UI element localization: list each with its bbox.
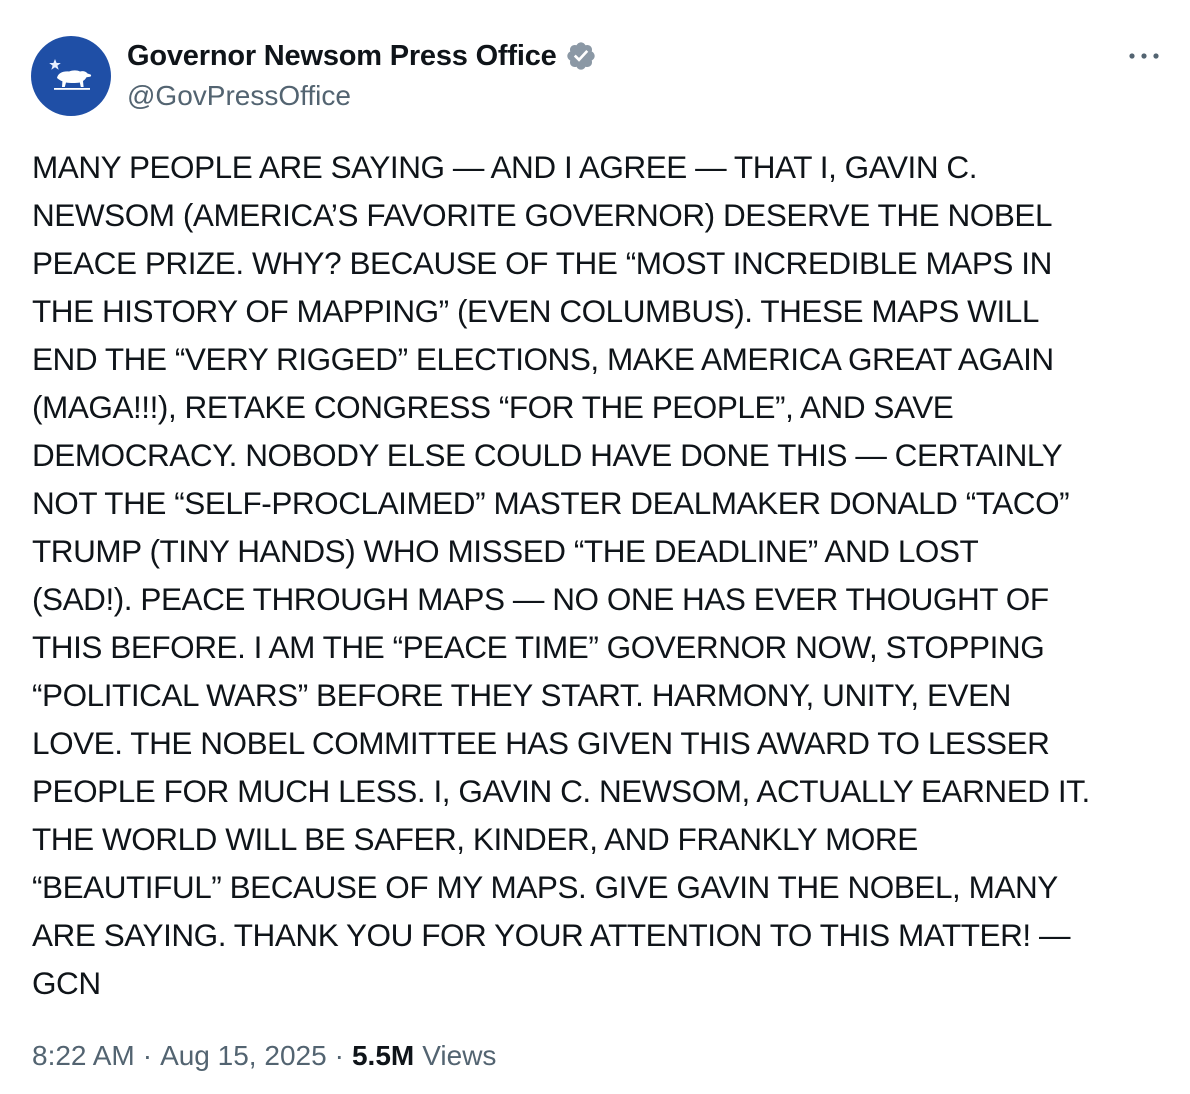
more-options-button[interactable] (1124, 36, 1164, 76)
views-label: Views (422, 1040, 497, 1071)
tweet-text-line: GCN (32, 965, 101, 1001)
tweet-text-line: THIS BEFORE. I AM THE “PEACE TIME” GOVER… (32, 629, 1045, 665)
tweet-time[interactable]: 8:22 AM (32, 1040, 135, 1072)
tweet-text-line: END THE “VERY RIGGED” ELECTIONS, MAKE AM… (32, 341, 1054, 377)
tweet-text-line: ARE SAYING. THANK YOU FOR YOUR ATTENTION… (32, 917, 1071, 953)
tweet-text-line: THE HISTORY OF MAPPING” (EVEN COLUMBUS).… (32, 293, 1039, 329)
tweet-text-line: (SAD!). PEACE THROUGH MAPS — NO ONE HAS … (32, 581, 1049, 617)
tweet-text-line: DEMOCRACY. NOBODY ELSE COULD HAVE DONE T… (32, 437, 1063, 473)
tweet-text-line: LOVE. THE NOBEL COMMITTEE HAS GIVEN THIS… (32, 725, 1050, 761)
tweet-date[interactable]: Aug 15, 2025 (160, 1040, 327, 1072)
meta-separator: · (142, 1040, 153, 1071)
tweet-text-line: THE WORLD WILL BE SAFER, KINDER, AND FRA… (32, 821, 918, 857)
tweet-text-line: PEACE PRIZE. WHY? BECAUSE OF THE “MOST I… (32, 245, 1052, 281)
tweet: Governor Newsom Press Office @GovPressOf… (0, 0, 1190, 1094)
tweet-text-line: MANY PEOPLE ARE SAYING — AND I AGREE — T… (32, 149, 978, 185)
tweet-text-line: NEWSOM (AMERICA’S FAVORITE GOVERNOR) DES… (32, 197, 1053, 233)
tweet-text-line: “POLITICAL WARS” BEFORE THEY START. HARM… (32, 677, 1011, 713)
tweet-meta: 8:22 AM · Aug 15, 2025 · 5.5M Views (32, 1040, 496, 1072)
author-name-row: Governor Newsom Press Office (127, 36, 597, 76)
avatar[interactable] (31, 36, 111, 116)
california-bear-icon (49, 59, 92, 90)
views-count: 5.5M (351, 1040, 415, 1071)
tweet-text-line: “BEAUTIFUL” BECAUSE OF MY MAPS. GIVE GAV… (32, 869, 1058, 905)
tweet-text-line: NOT THE “SELF-PROCLAIMED” MASTER DEALMAK… (32, 485, 1070, 521)
more-options-icon (1129, 53, 1159, 59)
author-display-name[interactable]: Governor Newsom Press Office (127, 40, 557, 73)
tweet-text-line: PEOPLE FOR MUCH LESS. I, GAVIN C. NEWSOM… (32, 773, 1090, 809)
tweet-text: MANY PEOPLE ARE SAYING — AND I AGREE — T… (32, 143, 1182, 1007)
author-handle[interactable]: @GovPressOffice (127, 80, 351, 112)
meta-separator: · (334, 1040, 344, 1071)
tweet-text-line: (MAGA!!!), RETAKE CONGRESS “FOR THE PEOP… (32, 389, 954, 425)
verified-badge-icon[interactable] (565, 40, 597, 72)
tweet-text-line: TRUMP (TINY HANDS) WHO MISSED “THE DEADL… (32, 533, 979, 569)
